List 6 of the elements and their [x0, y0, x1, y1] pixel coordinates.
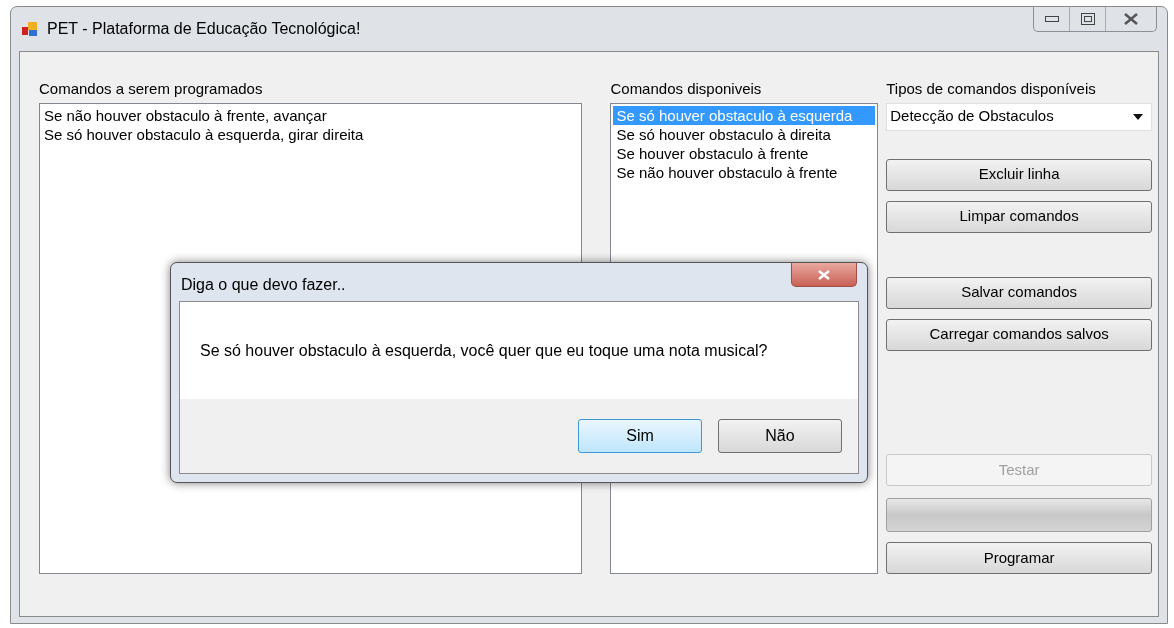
dialog-message: Se só houver obstaculo à esquerda, você quer que eu toque uma nota musical?: [200, 340, 768, 361]
panel-label: Comandos a serem programados: [39, 79, 264, 99]
panel-label: Comandos disponiveis: [610, 79, 763, 99]
panel-label: Tipos de comandos disponíveis: [886, 79, 1097, 99]
dialog-title: Diga o que devo fazer..: [181, 275, 346, 295]
window-title: PET - Plataforma de Educação Tecnológica!: [47, 19, 361, 39]
